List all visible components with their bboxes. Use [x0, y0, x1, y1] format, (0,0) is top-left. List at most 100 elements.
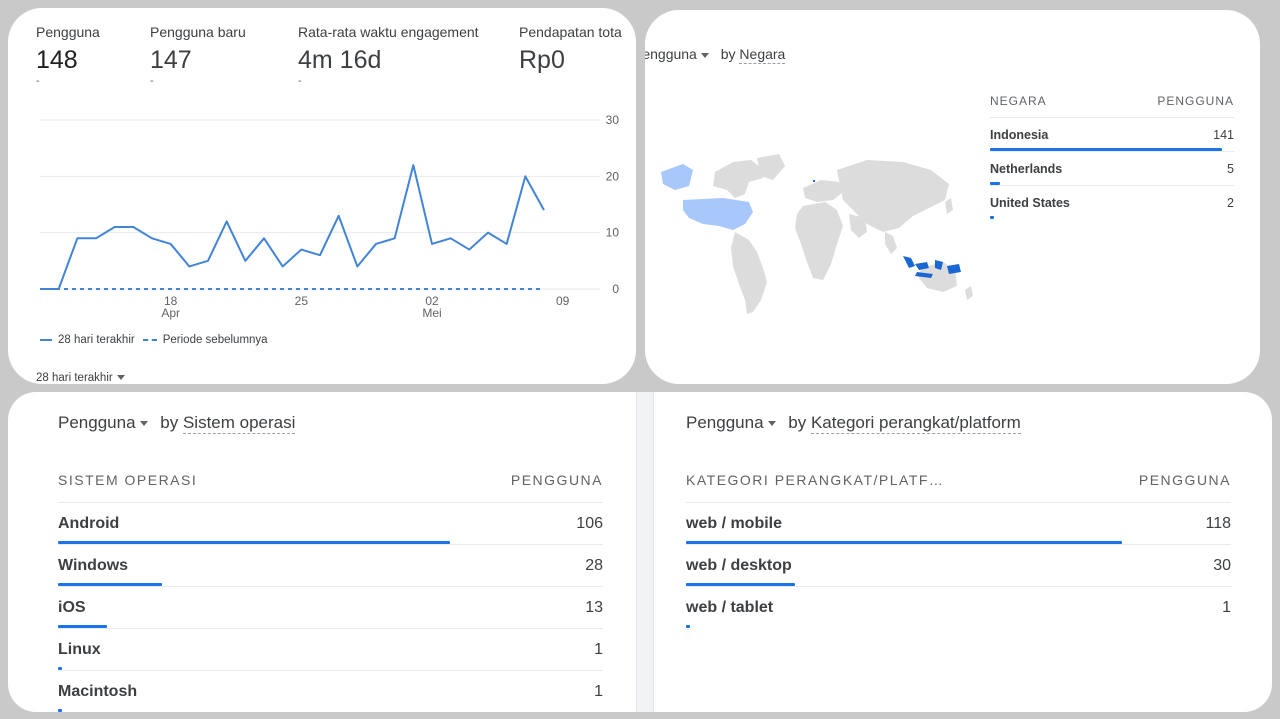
by-label: by — [720, 46, 736, 62]
row-bar — [58, 667, 63, 670]
row-value: 1 — [1222, 599, 1231, 616]
row-label: web / tablet — [686, 599, 774, 616]
caret-down-icon[interactable] — [767, 421, 776, 427]
row-value: 1 — [594, 641, 603, 658]
row-value: 141 — [1213, 128, 1234, 142]
table-row[interactable]: Windows 28 — [58, 545, 603, 587]
legend-label: Periode sebelumnya — [162, 334, 268, 346]
country-table: NEGARA PENGGUNA Indonesia 141 Netherland… — [990, 94, 1234, 220]
x-tick-label: 25 — [295, 294, 309, 308]
row-bar — [58, 625, 108, 628]
users-line-chart: 010203018Apr25 02Mei09 — [39, 113, 620, 320]
dimension-dropdown[interactable]: Kategori perangkat/platform — [810, 413, 1021, 434]
x-tick-sublabel: Apr — [161, 306, 180, 320]
row-bar — [58, 583, 162, 586]
column-header-users: PENGGUNA — [1157, 94, 1234, 108]
column-header-os: SISTEM OPERASI — [58, 472, 198, 488]
y-tick-label: 0 — [612, 282, 619, 296]
table-row[interactable]: iOS 13 — [58, 587, 603, 629]
row-label: Indonesia — [990, 128, 1049, 142]
column-header-country: NEGARA — [990, 94, 1047, 108]
x-tick-label: 09 — [556, 294, 570, 308]
row-label: web / desktop — [686, 557, 792, 574]
row-value: 30 — [1213, 557, 1231, 574]
row-bar — [990, 216, 994, 219]
tech-cards: Pengguna by Sistem operasi SISTEM OPERAS… — [8, 392, 1272, 712]
device-table: KATEGORI PERANGKAT/PLATF… PENGGUNA web /… — [686, 472, 1231, 629]
row-value: 118 — [1205, 515, 1231, 532]
series-line-current — [40, 164, 545, 290]
chart-legend: 28 hari terakhir Periode sebelumnya — [40, 334, 276, 346]
row-value: 5 — [1227, 162, 1234, 176]
legend-swatch-dashed — [142, 339, 157, 341]
country-card: Pengguna by Negara N — [645, 10, 1260, 384]
y-tick-label: 20 — [606, 169, 620, 183]
row-label: Macintosh — [58, 683, 138, 700]
os-table: SISTEM OPERASI PENGGUNA Android 106 Wind… — [58, 472, 603, 712]
row-label: Windows — [58, 557, 129, 574]
map-united-states[interactable] — [683, 198, 753, 230]
card-title: Pengguna by Negara — [645, 46, 786, 64]
map-netherlands[interactable] — [813, 180, 815, 182]
row-label: Android — [58, 515, 120, 532]
row-label: Netherlands — [990, 162, 1063, 176]
overview-card: Pengguna 148 - Pengguna baru 147 - Rata-… — [8, 8, 636, 384]
table-row[interactable]: United States 2 — [990, 186, 1234, 220]
row-value: 106 — [576, 515, 603, 532]
date-range-dropdown[interactable]: 28 hari terakhir — [36, 372, 125, 384]
table-row[interactable]: Netherlands 5 — [990, 152, 1234, 186]
card-title: Pengguna by Kategori perangkat/platform — [686, 413, 1021, 434]
legend-item-current[interactable]: 28 hari terakhir — [40, 334, 135, 346]
by-label: by — [160, 413, 179, 432]
row-bar — [686, 625, 691, 628]
column-header-users: PENGGUNA — [1138, 472, 1231, 488]
row-label: iOS — [58, 599, 86, 616]
dimension-dropdown[interactable]: Negara — [739, 46, 786, 64]
row-label: web / mobile — [686, 515, 783, 532]
row-bar — [58, 709, 63, 712]
row-value: 2 — [1227, 196, 1234, 210]
table-row[interactable]: Android 106 — [58, 503, 603, 545]
caret-down-icon[interactable] — [700, 52, 709, 58]
row-value: 13 — [585, 599, 603, 616]
table-row[interactable]: web / mobile 118 — [686, 503, 1231, 545]
table-header: NEGARA PENGGUNA — [990, 94, 1234, 118]
row-label: United States — [990, 196, 1070, 210]
caret-down-icon[interactable] — [139, 421, 148, 427]
table-row[interactable]: Macintosh 1 — [58, 671, 603, 712]
dimension-dropdown[interactable]: Sistem operasi — [182, 413, 296, 434]
row-value: 28 — [585, 557, 603, 574]
row-value: 1 — [594, 683, 603, 700]
row-bar — [686, 583, 795, 586]
world-map[interactable] — [653, 140, 983, 340]
caret-down-icon — [116, 375, 125, 381]
map-land — [713, 154, 973, 314]
card-divider — [636, 392, 654, 712]
date-range-label: 28 hari terakhir — [36, 372, 113, 384]
table-header: KATEGORI PERANGKAT/PLATF… PENGGUNA — [686, 472, 1231, 503]
legend-swatch-solid — [40, 339, 52, 341]
table-row[interactable]: web / tablet 1 — [686, 587, 1231, 629]
y-tick-label: 10 — [606, 226, 620, 240]
metric-dropdown[interactable]: Pengguna — [686, 413, 764, 432]
table-header: SISTEM OPERASI PENGGUNA — [58, 472, 603, 503]
legend-item-previous[interactable]: Periode sebelumnya — [142, 334, 268, 346]
map-alaska[interactable] — [661, 164, 693, 190]
y-tick-label: 30 — [606, 113, 620, 127]
metric-dropdown[interactable]: Pengguna — [645, 46, 697, 62]
row-bar — [58, 541, 451, 544]
column-header-device: KATEGORI PERANGKAT/PLATF… — [686, 472, 945, 488]
table-row[interactable]: Indonesia 141 — [990, 118, 1234, 152]
row-bar — [990, 148, 1222, 151]
table-row[interactable]: Linux 1 — [58, 629, 603, 671]
card-title: Pengguna by Sistem operasi — [58, 413, 296, 434]
row-label: Linux — [58, 641, 101, 658]
legend-label: 28 hari terakhir — [58, 334, 135, 346]
by-label: by — [788, 413, 807, 432]
metric-dropdown[interactable]: Pengguna — [58, 413, 136, 432]
x-tick-sublabel: Mei — [422, 306, 441, 320]
row-bar — [686, 541, 1122, 544]
table-row[interactable]: web / desktop 30 — [686, 545, 1231, 587]
column-header-users: PENGGUNA — [510, 472, 603, 488]
row-bar — [990, 182, 1000, 185]
